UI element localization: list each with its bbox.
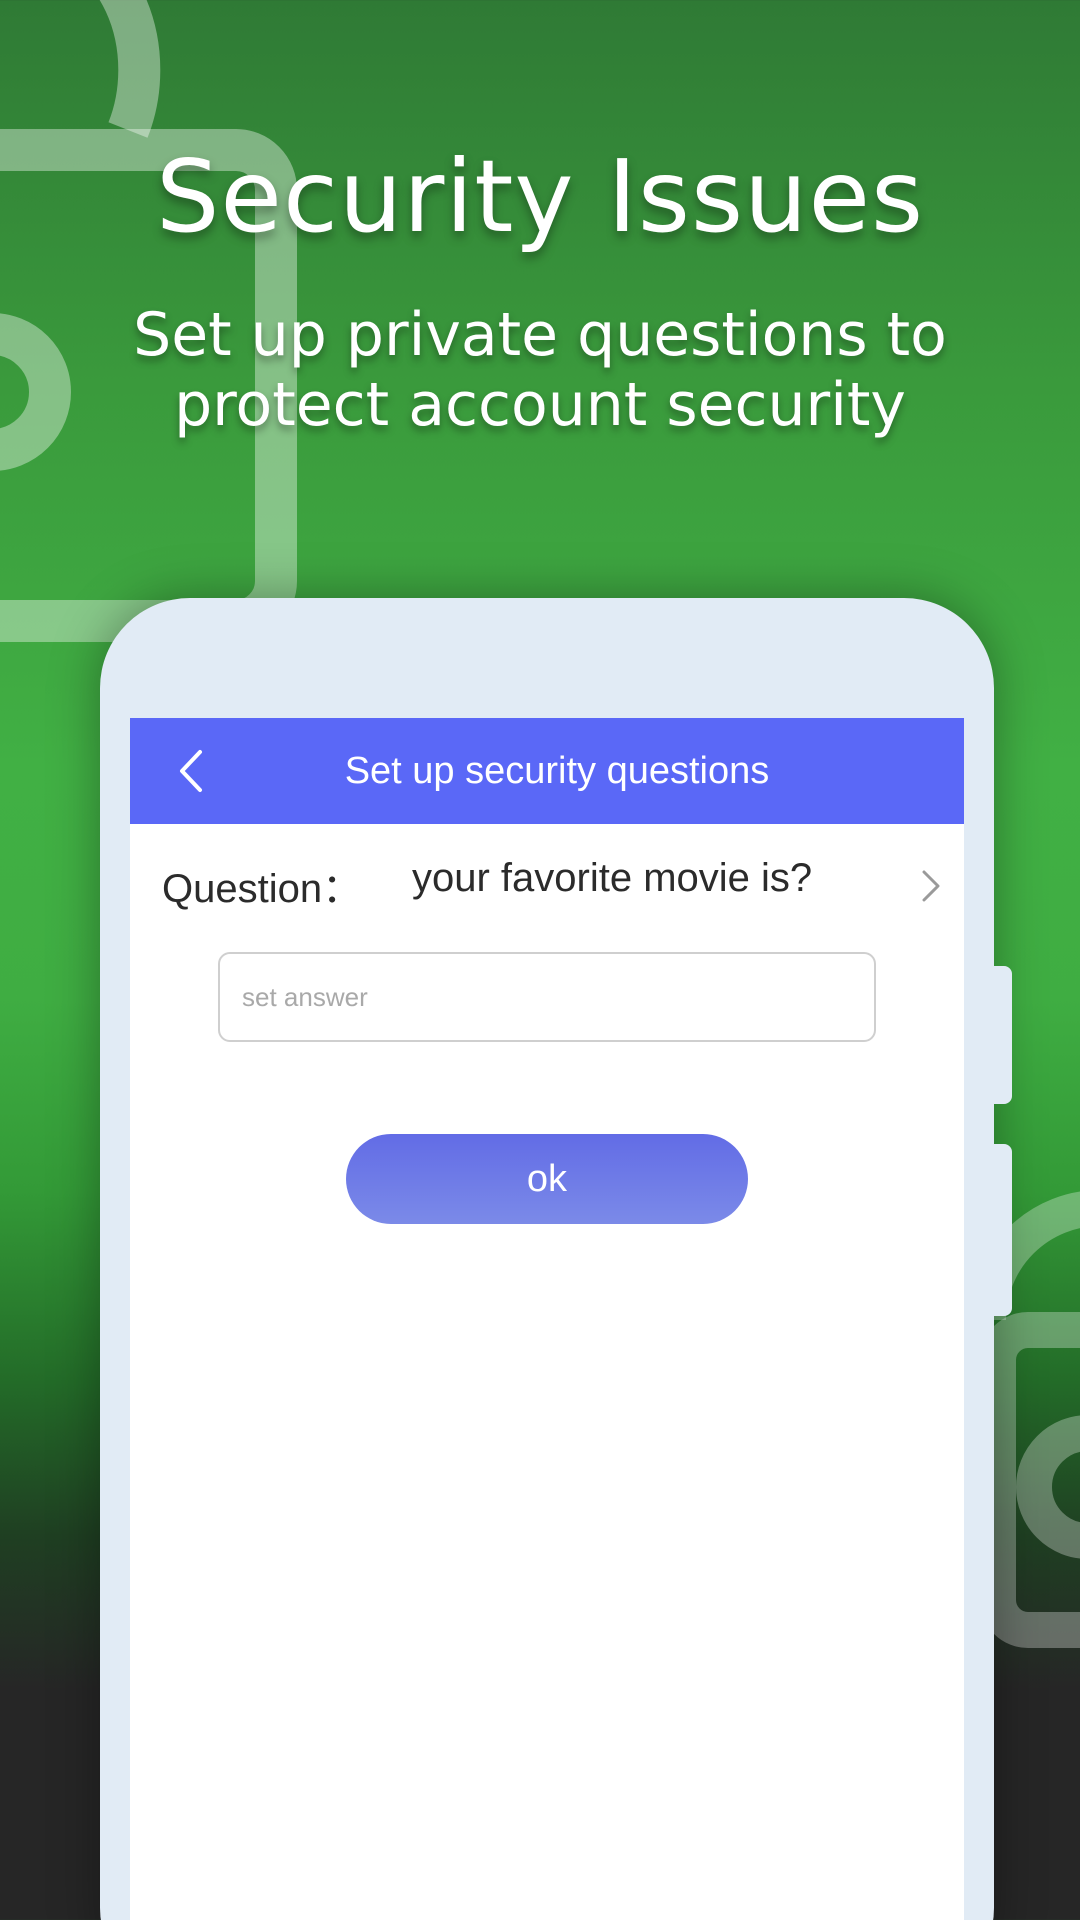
phone-side-button (994, 966, 1012, 1104)
answer-input[interactable] (218, 952, 876, 1042)
phone-side-button (994, 1144, 1012, 1316)
question-selector[interactable]: Question： your favorite movie is? (162, 856, 942, 916)
phone-screen: Set up security questions Question： your… (130, 718, 964, 1920)
page-title: Set up security questions (344, 750, 770, 792)
question-label: Question： (162, 867, 363, 911)
ok-button[interactable]: ok (346, 1134, 748, 1224)
app-header: Set up security questions (130, 718, 964, 824)
chevron-right-icon (922, 870, 940, 902)
promo-headline: Security Issues (155, 138, 925, 255)
question-value: your favorite movie is? (412, 856, 813, 900)
promo-subline: Set up private questions to protect acco… (133, 300, 947, 440)
